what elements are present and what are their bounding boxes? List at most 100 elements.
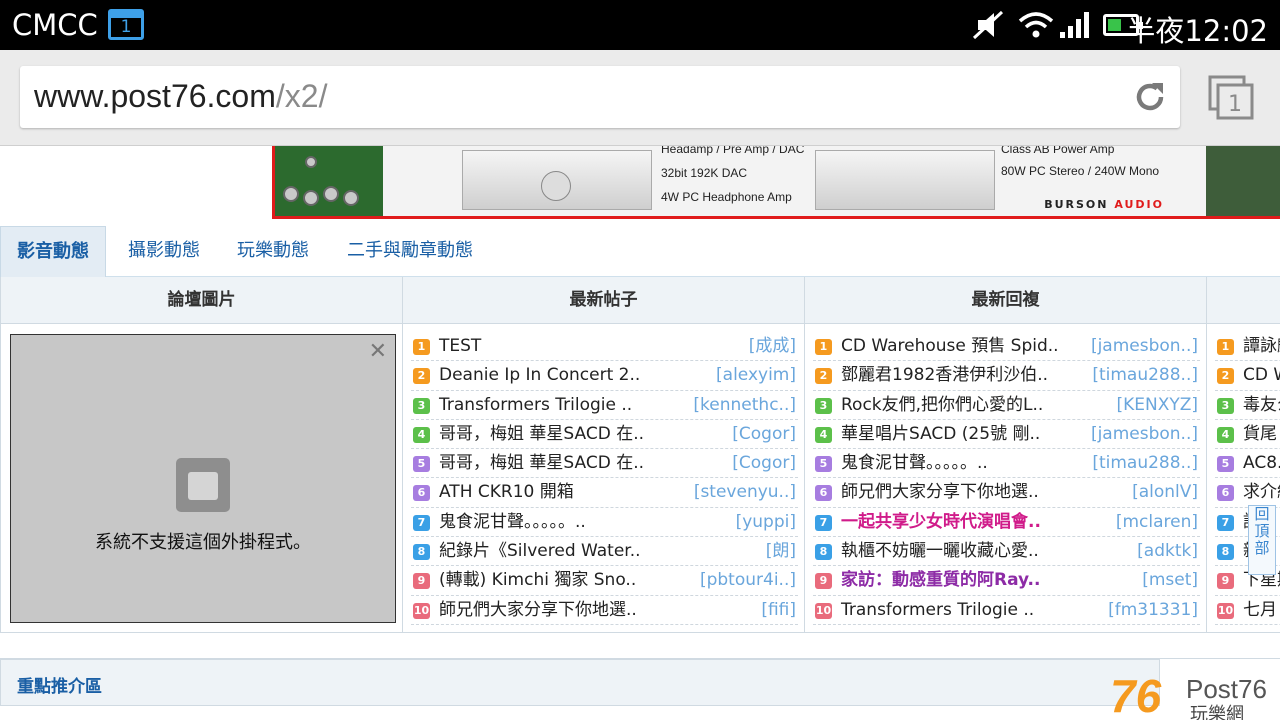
rank-badge: 4 [1217,426,1234,443]
list-item[interactable]: 1 TEST [成成] [411,332,798,362]
back-to-top-button[interactable]: 回頂部 [1248,505,1276,575]
rank-badge: 6 [815,485,832,502]
thread-title-link[interactable]: 師兄們大家分享下你地選.. [439,596,637,624]
url-domain: www.post76.com [34,78,276,114]
list-item[interactable]: 4 華星唱片SACD (25號 剛.. [jamesbon..] [813,419,1200,450]
list-item[interactable]: 7 鬼食泥甘聲。。。。。.. [yuppi] [411,507,798,538]
list-item[interactable]: 10 Transformers Trilogie .. [fm31331] [813,595,1200,625]
rank-badge: 5 [815,456,832,473]
close-icon[interactable]: ✕ [369,339,387,364]
username-link[interactable]: [jamesbon..] [1086,419,1198,448]
mute-icon [972,10,1004,40]
username-link[interactable]: [mset] [1138,566,1198,595]
address-bar[interactable]: www.post76.com/x2/ [20,66,1180,128]
rank-badge: 7 [1217,514,1234,531]
username-link[interactable]: [adktk] [1133,537,1198,566]
list-item[interactable]: 2 Deanie Ip In Concert 2.. [alexyim] [411,361,798,391]
thread-title-link[interactable]: AC8. [1243,449,1280,477]
username-link[interactable]: [alexyim] [712,361,796,390]
list-item[interactable]: 5 哥哥，梅姐 華星SACD 在.. [Cogor] [411,449,798,479]
list-item[interactable]: 4 哥哥，梅姐 華星SACD 在.. [Cogor] [411,419,798,450]
tab-second-hand[interactable]: 二手與勵章動態 [331,226,489,277]
thread-title-link[interactable]: (轉載) Kimchi 獨家 Sno.. [439,566,636,594]
tab-photography[interactable]: 攝影動態 [112,226,216,277]
thread-title-link[interactable]: ATH CKR10 開箱 [439,478,574,506]
thread-title-link[interactable]: 哥哥，梅姐 華星SACD 在.. [439,449,644,477]
username-link[interactable]: [kennethc..] [689,390,796,419]
list-item[interactable]: 1 CD Warehouse 預售 Spid.. [jamesbon..] [813,332,1200,362]
list-item[interactable]: 2 CD W [1215,361,1280,391]
thread-title-link[interactable]: 執櫃不妨曬一曬收藏心愛.. [841,537,1039,565]
list-item[interactable]: 10 七月 [1215,596,1280,625]
thread-title-link[interactable]: Rock友們,把你們心愛的L.. [841,391,1043,419]
thread-title-link[interactable]: 貨尾 [1243,420,1277,448]
list-item[interactable]: 6 ATH CKR10 開箱 [stevenyu..] [411,478,798,508]
thread-title-link[interactable]: 譚詠麟 [1243,332,1280,360]
list-item[interactable]: 5 鬼食泥甘聲。。。。。.. [timau288..] [813,449,1200,479]
thread-title-link[interactable]: 家訪：動感重質的阿Ray.. [841,566,1040,594]
list-item[interactable]: 5 AC8. [1215,449,1280,479]
thread-title-link[interactable]: 華星唱片SACD (25號 剛.. [841,420,1040,448]
list-item[interactable]: 10 師兄們大家分享下你地選.. [fifi] [411,595,798,625]
username-link[interactable]: [mclaren] [1111,507,1198,536]
tab-av[interactable]: 影音動態 [0,226,106,277]
thread-title-link[interactable]: 求介紹 [1243,478,1280,506]
username-link[interactable]: [alonlV] [1128,478,1198,507]
list-item[interactable]: 7 一起共享少女時代演唱會.. [mclaren] [813,507,1200,538]
rank-badge: 6 [1217,485,1234,502]
username-link[interactable]: [stevenyu..] [689,478,796,507]
list-item[interactable]: 4 貨尾 [1215,420,1280,450]
rank-badge: 9 [815,573,832,590]
list-item[interactable]: 3 毒友么 [1215,391,1280,420]
list-item[interactable]: 6 師兄們大家分享下你地選.. [alonlV] [813,478,1200,508]
username-link[interactable]: [Cogor] [728,449,796,478]
thread-title-link[interactable]: Deanie Ip In Concert 2.. [439,361,640,389]
list-item[interactable]: 8 紀錄片《Silvered Water.. [朗] [411,537,798,567]
thread-title-link[interactable]: 鄧麗君1982香港伊利沙伯.. [841,361,1048,389]
list-item[interactable]: 3 Transformers Trilogie .. [kennethc..] [411,390,798,420]
list-item[interactable]: 3 Rock友們,把你們心愛的L.. [KENXYZ] [813,390,1200,420]
thread-title-link[interactable]: Transformers Trilogie .. [439,391,632,419]
thread-title-link[interactable]: Transformers Trilogie .. [841,596,1034,624]
list-item[interactable]: 8 執櫃不妨曬一曬收藏心愛.. [adktk] [813,537,1200,567]
list-item[interactable]: 9 家訪：動感重質的阿Ray.. [mset] [813,566,1200,596]
featured-section: 重點推介區 [0,658,1280,720]
url-text[interactable]: www.post76.com/x2/ [34,78,327,115]
list-item[interactable]: 1 譚詠麟 [1215,332,1280,362]
thread-title-link[interactable]: TEST [439,332,481,360]
thread-title-link[interactable]: 七月 [1243,596,1277,624]
username-link[interactable]: [yuppi] [731,507,796,536]
tabs-icon[interactable]: 1 [1208,75,1256,121]
username-link[interactable]: [fifi] [757,595,796,624]
thread-title-link[interactable]: 一起共享少女時代演唱會.. [841,508,1041,536]
list-item[interactable]: 2 鄧麗君1982香港伊利沙伯.. [timau288..] [813,361,1200,391]
burson-banner-ad[interactable]: Headamp / Pre Amp / DAC 32bit 192K DAC 4… [272,146,1280,219]
thread-title-link[interactable]: 師兄們大家分享下你地選.. [841,478,1039,506]
list-item[interactable]: 9 (轉載) Kimchi 獨家 Sno.. [pbtour4i..] [411,566,798,596]
username-link[interactable]: [fm31331] [1104,595,1198,624]
username-link[interactable]: [timau288..] [1088,361,1198,390]
list-item[interactable]: 6 求介紹 [1215,478,1280,508]
notification-count: 1 [120,17,132,37]
rank-badge: 10 [1217,602,1234,619]
username-link[interactable]: [Cogor] [728,419,796,448]
username-link[interactable]: [成成] [744,332,796,360]
featured-header: 重點推介區 [0,659,1160,706]
rank-badge: 5 [1217,456,1234,473]
tab-entertainment[interactable]: 玩樂動態 [221,226,325,277]
reload-icon[interactable] [1132,79,1168,115]
username-link[interactable]: [pbtour4i..] [695,566,796,595]
thread-title-link[interactable]: 鬼食泥甘聲。。。。。.. [439,508,586,536]
thread-title-link[interactable]: CD W [1243,361,1280,389]
thread-title-link[interactable]: 毒友么 [1243,391,1280,419]
thread-title-link[interactable]: 哥哥，梅姐 華星SACD 在.. [439,420,644,448]
username-link[interactable]: [jamesbon..] [1086,332,1198,360]
username-link[interactable]: [朗] [761,537,796,566]
thread-title-link[interactable]: 紀錄片《Silvered Water.. [439,537,641,565]
thread-title-link[interactable]: 鬼食泥甘聲。。。。。.. [841,449,988,477]
post76-logo[interactable]: 76 Post76 玩樂網 [1110,668,1280,720]
power-amp-image [815,150,995,210]
thread-title-link[interactable]: CD Warehouse 預售 Spid.. [841,332,1059,360]
username-link[interactable]: [timau288..] [1088,449,1198,478]
username-link[interactable]: [KENXYZ] [1112,390,1198,419]
